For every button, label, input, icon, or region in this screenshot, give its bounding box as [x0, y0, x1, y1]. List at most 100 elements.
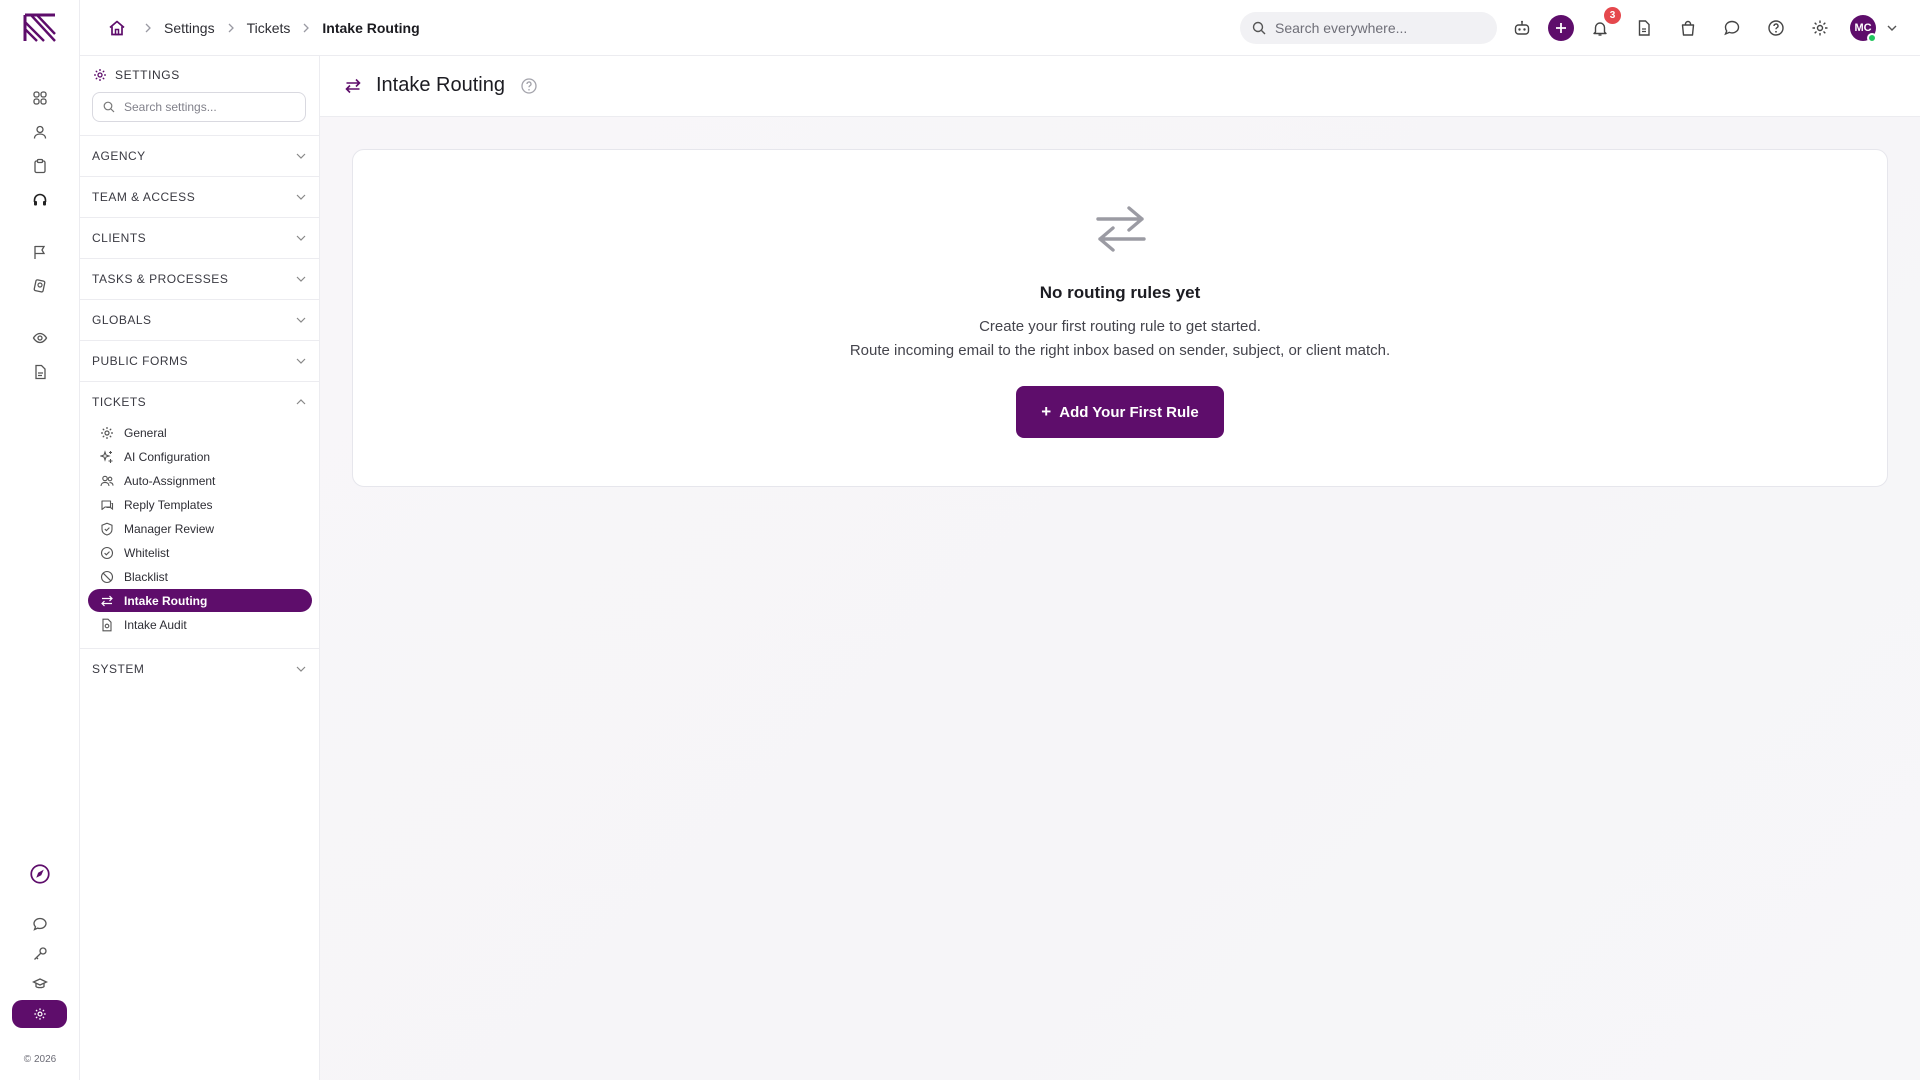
rail-settings-button[interactable]	[12, 1000, 67, 1028]
notification-badge: 3	[1604, 7, 1621, 24]
sidebar-item-label: Manager Review	[124, 521, 215, 536]
sidebar-item-intake-audit[interactable]: Intake Audit	[88, 613, 312, 636]
gear-icon[interactable]	[1808, 16, 1832, 40]
plus-icon: +	[1041, 402, 1052, 421]
section-tasks-processes[interactable]: TASKS & PROCESSES	[80, 258, 320, 299]
app-logo[interactable]	[22, 12, 58, 44]
section-label: TASKS & PROCESSES	[92, 272, 229, 286]
empty-state-description: Create your first routing rule to get st…	[979, 318, 1261, 335]
key-icon[interactable]	[28, 942, 52, 966]
empty-state-card: No routing rules yet Create your first r…	[352, 149, 1888, 487]
help-icon[interactable]	[1764, 16, 1788, 40]
home-icon[interactable]	[105, 16, 129, 40]
headset-icon[interactable]	[28, 188, 52, 212]
settings-search	[92, 92, 306, 122]
sparkles-icon	[100, 449, 113, 463]
section-clients[interactable]: CLIENTS	[80, 217, 320, 258]
help-icon[interactable]	[520, 77, 538, 95]
main-content: Intake Routing No routing rules yet Crea…	[320, 56, 1920, 1080]
arrows-swap-icon	[101, 595, 113, 606]
section-tickets[interactable]: TICKETS	[80, 381, 320, 422]
breadcrumb-settings[interactable]: Settings	[164, 20, 215, 36]
sidebar-item-intake-routing[interactable]: Intake Routing	[88, 589, 312, 612]
global-search	[1240, 12, 1497, 44]
user-icon[interactable]	[28, 120, 52, 144]
page-header: Intake Routing	[320, 56, 1920, 117]
online-status-dot	[1867, 33, 1877, 43]
section-public-forms[interactable]: PUBLIC FORMS	[80, 340, 320, 381]
search-icon	[1252, 21, 1266, 35]
sidebar-item-ai-configuration[interactable]: AI Configuration	[88, 445, 312, 468]
section-label: TICKETS	[92, 395, 147, 409]
search-icon	[103, 101, 115, 113]
breadcrumb: Settings Tickets Intake Routing	[142, 0, 420, 56]
global-search-input[interactable]	[1275, 20, 1485, 36]
section-system[interactable]: SYSTEM	[80, 648, 320, 689]
sidebar-item-whitelist[interactable]: Whitelist	[88, 541, 312, 564]
clipboard-icon[interactable]	[28, 154, 52, 178]
sidebar-item-label: Reply Templates	[124, 497, 213, 512]
check-circle-icon	[100, 546, 114, 559]
document-audit-icon	[102, 618, 112, 631]
gear-icon	[101, 426, 113, 439]
chevron-down-icon[interactable]	[1886, 22, 1898, 34]
settings-search-input[interactable]	[124, 100, 294, 114]
section-label: GLOBALS	[92, 313, 152, 327]
users-icon	[100, 475, 114, 486]
sidebar-item-blacklist[interactable]: Blacklist	[88, 565, 312, 588]
sidebar-item-auto-assignment[interactable]: Auto-Assignment	[88, 469, 312, 492]
settings-sidebar-header: SETTINGS	[93, 68, 180, 82]
eye-icon[interactable]	[28, 326, 52, 350]
ban-icon	[100, 570, 114, 583]
flag-icon[interactable]	[28, 240, 52, 264]
chevron-down-icon	[296, 276, 306, 282]
rocket-icon[interactable]	[28, 862, 52, 886]
sidebar-item-manager-review[interactable]: Manager Review	[88, 517, 312, 540]
empty-state-title: No routing rules yet	[1039, 283, 1201, 302]
settings-sidebar: SETTINGS AGENCY TEAM & ACCESS CLIENTS TA…	[80, 56, 320, 1080]
document-icon[interactable]	[28, 360, 52, 384]
plus-icon	[1556, 23, 1566, 33]
settings-header-label: SETTINGS	[115, 68, 180, 82]
section-label: PUBLIC FORMS	[92, 354, 189, 368]
empty-state-description-secondary: Route incoming email to the right inbox …	[849, 342, 1391, 359]
gear-icon	[94, 69, 106, 81]
section-agency[interactable]: AGENCY	[80, 135, 320, 176]
top-bar: Settings Tickets Intake Routing 3 MC	[80, 0, 1920, 56]
chat-bubble-icon[interactable]	[28, 912, 52, 936]
section-label: SYSTEM	[92, 662, 145, 676]
sidebar-item-label: AI Configuration	[124, 449, 211, 464]
chevron-down-icon	[296, 666, 306, 672]
gear-icon	[33, 1008, 46, 1020]
bot-icon[interactable]	[1510, 16, 1534, 40]
shield-check-icon	[101, 522, 113, 536]
section-globals[interactable]: GLOBALS	[80, 299, 320, 340]
graduation-cap-icon[interactable]	[28, 972, 52, 996]
chevron-right-icon	[228, 23, 234, 33]
sidebar-item-general[interactable]: General	[88, 421, 312, 444]
breadcrumb-tickets[interactable]: Tickets	[247, 20, 291, 36]
chevron-down-icon	[296, 235, 306, 241]
shopping-bag-icon[interactable]	[1676, 16, 1700, 40]
chat-reply-icon	[101, 499, 114, 510]
chevron-down-icon	[296, 194, 306, 200]
section-label: TEAM & ACCESS	[92, 190, 196, 204]
arrows-swap-icon	[1096, 206, 1146, 252]
sidebar-item-reply-templates[interactable]: Reply Templates	[88, 493, 312, 516]
chevron-right-icon	[303, 23, 310, 33]
chevron-up-icon	[296, 399, 306, 405]
arrows-swap-icon	[345, 78, 361, 94]
add-first-rule-button[interactable]: + Add Your First Rule	[1016, 386, 1224, 438]
dashboard-icon[interactable]	[28, 86, 52, 110]
chevron-right-icon	[145, 23, 151, 33]
section-label: CLIENTS	[92, 231, 147, 245]
copyright-text: © 2026	[23, 1054, 57, 1065]
section-team-access[interactable]: TEAM & ACCESS	[80, 176, 320, 217]
sidebar-item-label: Blacklist	[124, 569, 169, 584]
badge-icon[interactable]	[28, 274, 52, 298]
sidebar-item-label: Whitelist	[124, 545, 170, 560]
create-new-button[interactable]	[1548, 15, 1574, 41]
file-icon[interactable]	[1632, 16, 1656, 40]
message-icon[interactable]	[1720, 16, 1744, 40]
page-title: Intake Routing	[376, 74, 505, 96]
